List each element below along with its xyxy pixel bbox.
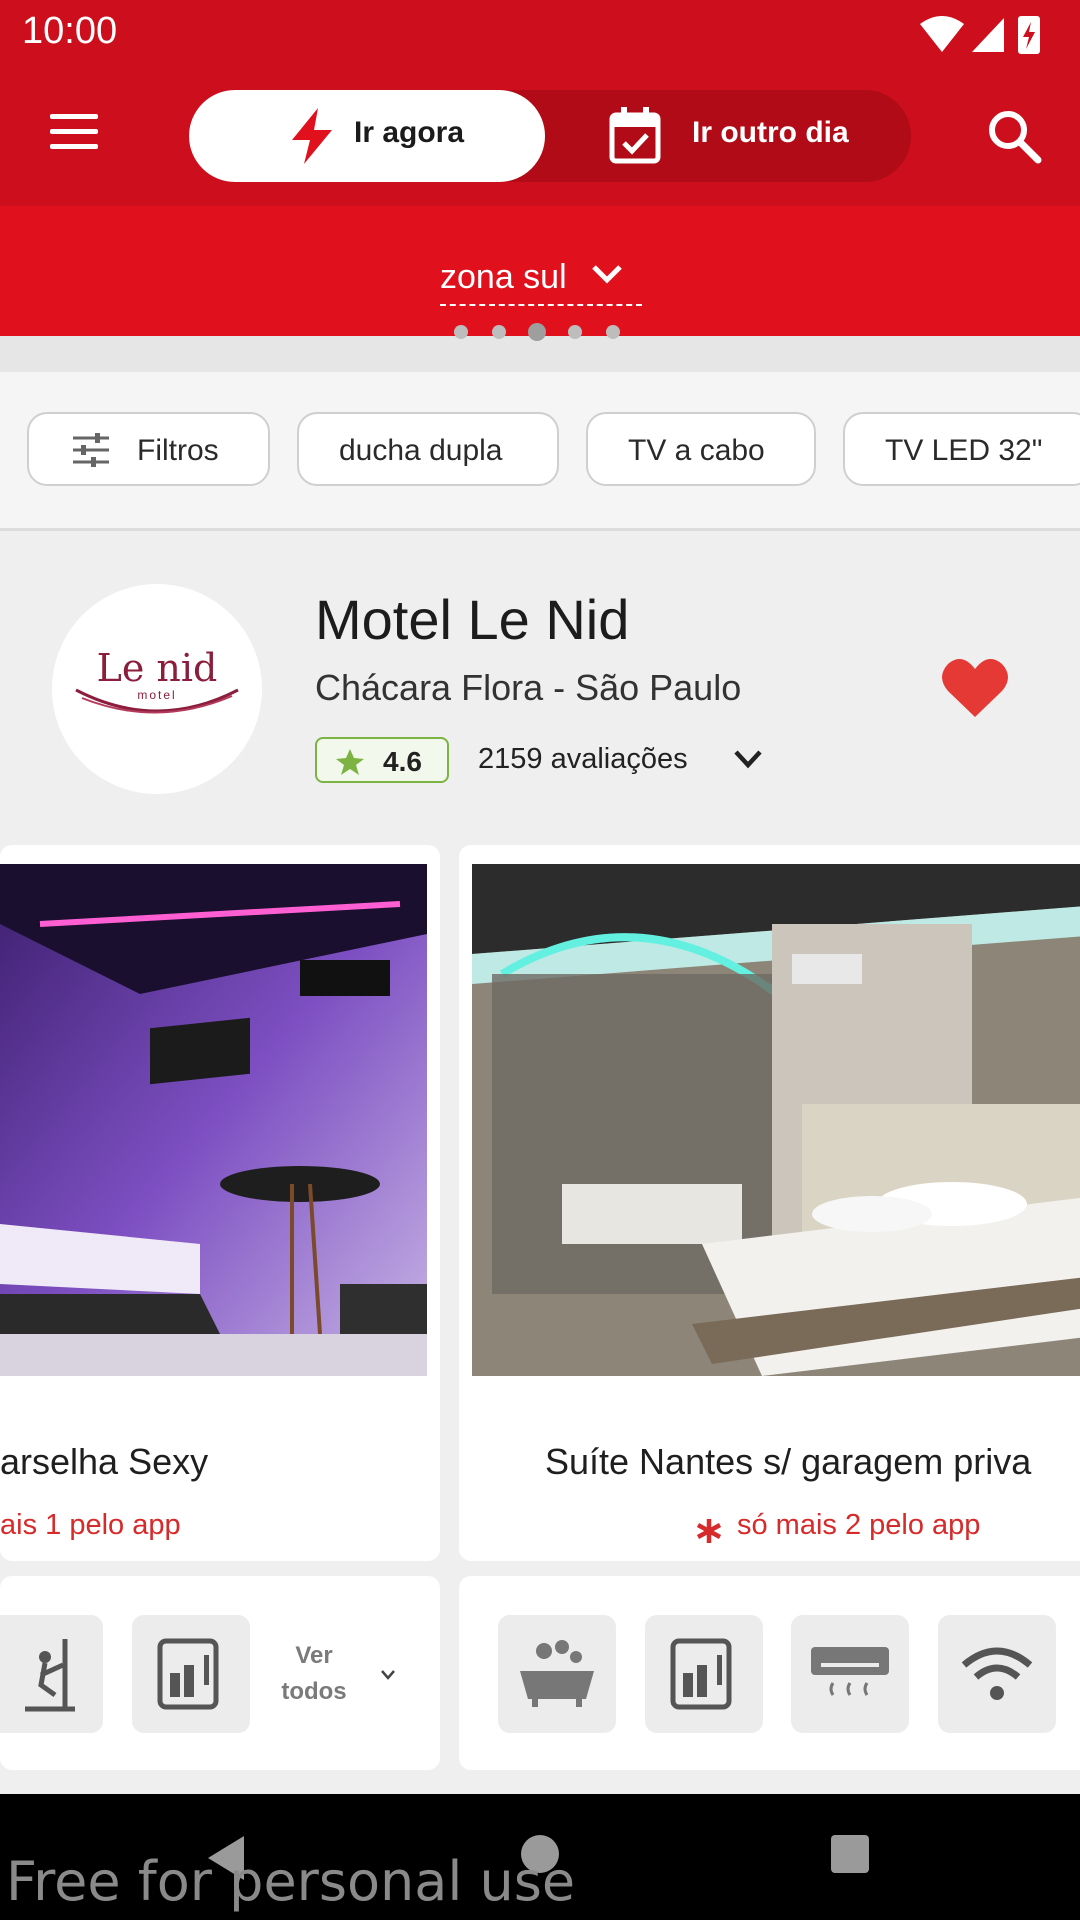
rating-badge: 4.6 <box>315 737 449 783</box>
chevron-down-icon <box>592 265 622 284</box>
chip-tv-led[interactable]: TV LED 32" <box>843 412 1080 486</box>
chip-tv-a-cabo[interactable]: TV a cabo <box>586 412 816 486</box>
zone-underline <box>440 304 642 306</box>
pagination-dot <box>606 325 620 339</box>
motel-location: Chácara Flora - São Paulo <box>315 667 742 708</box>
status-icons <box>920 16 1040 54</box>
chevron-down-icon[interactable] <box>732 747 764 771</box>
minibar-icon <box>157 1638 219 1710</box>
status-time: 10:00 <box>22 10 118 52</box>
room-promo: ais 1 pelo app <box>0 1509 181 1541</box>
lightning-icon <box>292 108 332 164</box>
motel-header[interactable]: Le nid motel Motel Le Nid Chácara Flora … <box>0 531 1080 831</box>
zone-selector[interactable]: zona sul <box>440 250 642 308</box>
filters-button-label: Filtros <box>137 434 219 467</box>
room-name: Suíte Nantes s/ garagem priva <box>545 1441 1032 1482</box>
minibar-icon <box>670 1638 732 1710</box>
pagination-dot <box>492 325 506 339</box>
recents-icon[interactable] <box>830 1834 870 1874</box>
room-promo: só mais 2 pelo app <box>737 1509 981 1541</box>
pole-dance-icon <box>25 1639 75 1712</box>
hamburger-menu-icon[interactable] <box>40 114 106 160</box>
amenity-tile <box>498 1615 616 1733</box>
see-all-line2: todos <box>281 1678 347 1705</box>
pagination-dot-active <box>528 323 546 341</box>
heart-icon[interactable] <box>940 655 1010 719</box>
room-card[interactable]: Suíte Nantes s/ garagem priva só mais 2 … <box>459 845 1080 1561</box>
amenities-card: Ver todos <box>0 1576 440 1770</box>
amenity-tile <box>791 1615 909 1733</box>
zone-bar: zona sul <box>0 206 1080 336</box>
motel-name: Motel Le Nid <box>315 588 630 651</box>
wifi-status-icon <box>920 16 964 52</box>
carousel-pagination <box>454 322 634 342</box>
tab-ir-outro-dia-label: Ir outro dia <box>692 116 849 149</box>
amenity-tile <box>938 1615 1056 1733</box>
chevron-down-icon[interactable] <box>380 1669 396 1681</box>
amenity-tile <box>0 1615 103 1733</box>
wifi-icon <box>961 1647 1033 1700</box>
reviews-count[interactable]: 2159 avaliações <box>478 743 688 776</box>
air-conditioner-icon <box>811 1647 889 1696</box>
room-card[interactable]: arselha Sexy ais 1 pelo app <box>0 845 440 1561</box>
chip-label: TV LED 32" <box>885 434 1043 467</box>
see-all-line1: Ver <box>295 1642 333 1669</box>
amenity-tile <box>645 1615 763 1733</box>
signal-icon <box>972 18 1004 52</box>
amenity-tile <box>132 1615 250 1733</box>
bathtub-icon <box>520 1640 594 1707</box>
asterisk-icon <box>696 1519 722 1543</box>
motel-logo: Le nid motel <box>52 584 262 794</box>
pagination-dot <box>568 325 582 339</box>
top-app-bar: Ir agora Ir outro dia <box>0 66 1080 206</box>
booking-mode-toggle: Ir agora Ir outro dia <box>189 90 911 182</box>
chip-ducha-dupla[interactable]: ducha dupla <box>297 412 559 486</box>
calendar-check-icon <box>609 107 661 164</box>
zone-label: zona sul <box>440 258 567 296</box>
chip-label: ducha dupla <box>339 434 503 467</box>
room-photo <box>472 864 1080 1376</box>
see-all-amenities[interactable]: Ver todos <box>264 1638 364 1718</box>
tab-ir-agora[interactable]: Ir agora <box>189 90 545 182</box>
status-bar: 10:00 <box>0 0 1080 66</box>
chip-label: TV a cabo <box>628 434 765 467</box>
watermark-text: Free for personal use <box>6 1850 576 1913</box>
tab-ir-agora-label: Ir agora <box>354 116 465 149</box>
amenities-card <box>459 1576 1080 1770</box>
filter-bar: Filtros ducha dupla TV a cabo TV LED 32" <box>0 372 1080 531</box>
room-name: arselha Sexy <box>0 1441 209 1482</box>
filters-button[interactable]: Filtros <box>27 412 270 486</box>
star-icon <box>336 749 364 775</box>
pagination-dot <box>454 325 468 339</box>
rating-value: 4.6 <box>383 746 422 777</box>
room-photo <box>0 864 427 1376</box>
search-icon[interactable] <box>984 106 1044 166</box>
tab-ir-outro-dia[interactable]: Ir outro dia <box>545 90 911 182</box>
sliders-icon <box>73 433 109 467</box>
logo-subtext: motel <box>137 688 177 702</box>
